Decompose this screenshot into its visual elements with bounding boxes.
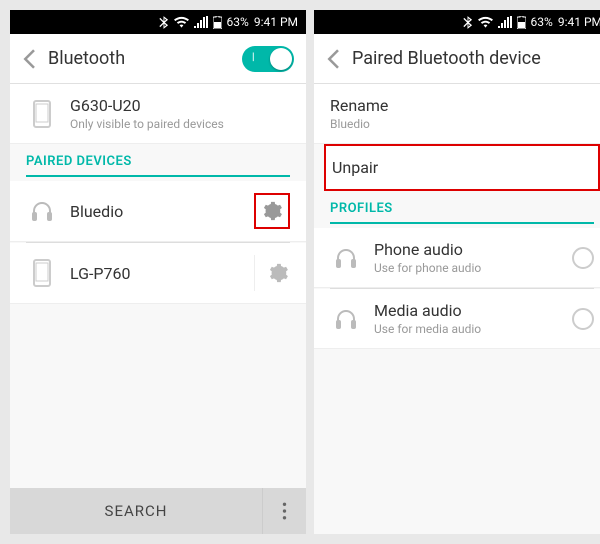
profile-desc: Use for phone audio — [374, 261, 572, 275]
unpair-label: Unpair — [332, 158, 592, 177]
battery-percent: 63% — [531, 15, 553, 29]
own-device-row: G630-U20 Only visible to paired devices — [10, 84, 306, 144]
overflow-button[interactable] — [262, 488, 306, 534]
battery-icon — [213, 16, 222, 29]
page-title: Paired Bluetooth device — [352, 48, 598, 69]
search-button[interactable]: SEARCH — [10, 488, 262, 534]
device-name: Bluedio — [70, 202, 254, 221]
paired-device-row[interactable]: Bluedio — [10, 181, 306, 242]
rename-row[interactable]: Rename Bluedio — [314, 84, 600, 144]
signal-icon — [194, 16, 208, 28]
back-button[interactable] — [22, 49, 36, 69]
profile-radio[interactable] — [572, 247, 594, 269]
wifi-icon — [174, 16, 189, 28]
device-settings-button[interactable] — [254, 255, 290, 291]
paired-device-screen: 63% 9:41 PM Paired Bluetooth device Rena… — [314, 10, 600, 534]
device-name: LG-P760 — [70, 264, 254, 283]
status-bar: 63% 9:41 PM — [10, 10, 306, 34]
page-title: Bluetooth — [48, 48, 242, 69]
signal-icon — [498, 16, 512, 28]
paired-device-row[interactable]: LG-P760 — [10, 243, 306, 304]
headphones-icon — [26, 199, 58, 223]
bluetooth-icon — [462, 16, 473, 29]
phone-icon — [26, 259, 58, 287]
back-button[interactable] — [326, 49, 340, 69]
clock: 9:41 PM — [558, 15, 600, 29]
bluetooth-icon — [158, 16, 169, 29]
profiles-header: PROFILES — [314, 191, 600, 222]
own-device-note: Only visible to paired devices — [70, 117, 290, 131]
profile-desc: Use for media audio — [374, 322, 572, 336]
bluetooth-list-screen: 63% 9:41 PM Bluetooth | G630-U20 Only vi… — [10, 10, 306, 534]
battery-percent: 63% — [227, 15, 249, 29]
paired-devices-header: PAIRED DEVICES — [10, 144, 306, 175]
profile-row[interactable]: Media audio Use for media audio — [314, 289, 600, 349]
status-bar: 63% 9:41 PM — [314, 10, 600, 34]
unpair-row[interactable]: Unpair — [326, 146, 598, 189]
own-device-name: G630-U20 — [70, 96, 290, 115]
unpair-highlight: Unpair — [324, 144, 600, 191]
battery-icon — [517, 16, 526, 29]
headphones-icon — [330, 307, 362, 331]
device-settings-button[interactable] — [254, 193, 290, 229]
profile-row[interactable]: Phone audio Use for phone audio — [314, 228, 600, 288]
clock: 9:41 PM — [254, 15, 298, 29]
phone-icon — [26, 100, 58, 128]
profile-name: Media audio — [374, 301, 572, 320]
rename-value: Bluedio — [330, 117, 594, 131]
bluetooth-toggle[interactable]: | — [242, 46, 294, 72]
profile-name: Phone audio — [374, 240, 572, 259]
bottom-bar: SEARCH — [10, 488, 306, 534]
rename-label: Rename — [330, 96, 594, 115]
app-bar: Paired Bluetooth device — [314, 34, 600, 84]
headphones-icon — [330, 246, 362, 270]
profile-radio[interactable] — [572, 308, 594, 330]
wifi-icon — [478, 16, 493, 28]
app-bar: Bluetooth | — [10, 34, 306, 84]
